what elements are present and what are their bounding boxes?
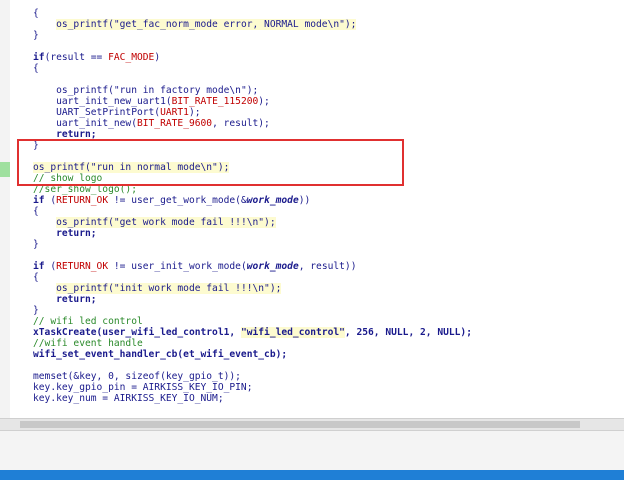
code-text[interactable]: { os_printf("get_fac_norm_mode error, NO… [33,0,472,404]
code-line-36: key.key_num = AIRKISS_KEY_IO_NUM; [33,393,224,404]
code-line-31: //wifi event handle [33,338,143,349]
code-line-35: key.key_gpio_pin = AIRKISS_KEY_IO_PIN; [33,382,253,393]
code-line-19: { [33,206,39,217]
code-line-9: uart_init_new_uart1(BIT_RATE_115200); [56,96,270,107]
code-line-3: } [33,30,39,41]
code-line-5: if(result == FAC_MODE) [33,52,161,63]
code-line-29: // wifi led control [33,316,143,327]
annotation-box [17,139,404,186]
code-line-26: os_printf("init work mode fail !!!\n"); [56,283,282,294]
code-line-22: } [33,239,39,250]
status-bar [0,470,624,480]
code-line-25: { [33,272,39,283]
line-gutter [0,0,10,418]
code-line-28: } [33,305,39,316]
code-editor[interactable]: { os_printf("get_fac_norm_mode error, NO… [0,0,624,418]
horizontal-scrollbar[interactable] [0,418,624,430]
code-line-21: return; [56,228,97,239]
code-line-2: os_printf("get_fac_norm_mode error, NORM… [56,19,357,30]
bottom-panel [0,430,624,470]
code-line-27: return; [56,294,97,305]
code-line-34: memset(&key, 0, sizeof(key_gpio_t)); [33,371,241,382]
scrollbar-thumb[interactable] [20,421,580,428]
code-line-18: if (RETURN_OK != user_get_work_mode(&wor… [33,195,311,206]
code-line-1: { [33,8,39,19]
code-line-11: uart_init_new(BIT_RATE_9600, result); [56,118,270,129]
code-line-20: os_printf("get work mode fail !!!\n"); [56,217,276,228]
code-line-8: os_printf("run in factory mode\n"); [56,85,259,96]
code-line-10: UART_SetPrintPort(UART1); [56,107,201,118]
code-line-32: wifi_set_event_handler_cb(et_wifi_event_… [33,349,288,360]
code-line-6: { [33,63,39,74]
code-line-30: xTaskCreate(user_wifi_led_control1, "wif… [33,327,472,338]
code-line-24: if (RETURN_OK != user_init_work_mode(wor… [33,261,357,272]
change-marker [0,162,10,177]
